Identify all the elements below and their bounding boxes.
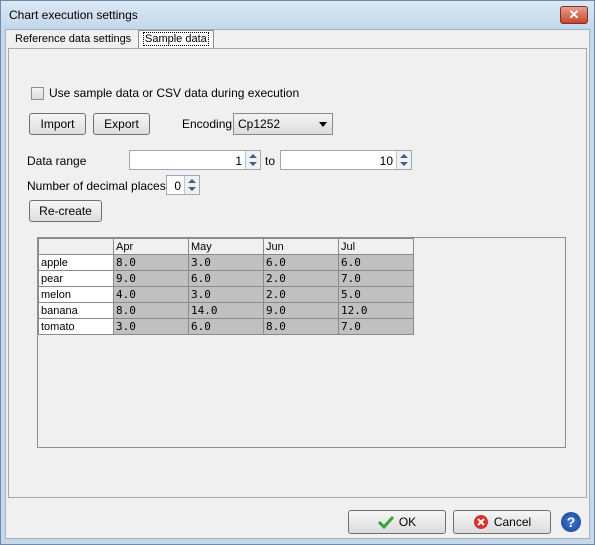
table-cell[interactable]: 9.0	[113, 270, 189, 287]
cancel-button[interactable]: Cancel	[453, 510, 551, 534]
table-cell[interactable]: 3.0	[188, 254, 264, 271]
row-header[interactable]: tomato	[38, 318, 114, 335]
table-cell[interactable]: 4.0	[113, 286, 189, 303]
range-to-spinner[interactable]: 10	[280, 150, 412, 170]
tab-label: Reference data settings	[15, 33, 132, 45]
tab-label: Sample data	[143, 32, 209, 46]
title-bar[interactable]: Chart execution settings ✕	[1, 1, 594, 29]
table-cell[interactable]: 3.0	[113, 318, 189, 335]
table-cell[interactable]: 12.0	[338, 302, 414, 319]
row-header[interactable]: melon	[38, 286, 114, 303]
column-header[interactable]: Jul	[338, 238, 414, 255]
spin-up-icon[interactable]	[249, 154, 257, 158]
sample-data-table: Apr May Jun Jul apple 8.0 3.0 6.0 6.0 pe…	[38, 238, 414, 335]
range-to-value: 10	[379, 154, 393, 168]
range-from-spinner[interactable]: 1	[129, 150, 261, 170]
tab-reference-data-settings[interactable]: Reference data settings	[10, 31, 136, 48]
import-label: Import	[40, 117, 75, 131]
re-create-button[interactable]: Re-create	[29, 200, 102, 222]
sample-data-table-area: Apr May Jun Jul apple 8.0 3.0 6.0 6.0 pe…	[37, 237, 566, 448]
export-label: Export	[104, 117, 139, 131]
spinner-arrows[interactable]	[184, 176, 199, 194]
decimal-places-value: 0	[174, 179, 181, 193]
ok-button[interactable]: OK	[348, 510, 446, 534]
row-header[interactable]: pear	[38, 270, 114, 287]
help-icon[interactable]: ?	[561, 512, 581, 532]
table-cell[interactable]: 6.0	[263, 254, 339, 271]
table-cell[interactable]: 2.0	[263, 286, 339, 303]
table-row: melon 4.0 3.0 2.0 5.0	[38, 286, 414, 303]
table-cell[interactable]: 6.0	[188, 318, 264, 335]
encoding-label: Encoding	[182, 117, 233, 131]
close-button[interactable]: ✕	[560, 6, 588, 24]
table-cell[interactable]: 3.0	[188, 286, 264, 303]
spin-up-icon[interactable]	[188, 179, 196, 183]
sample-data-panel: Use sample data or CSV data during execu…	[8, 48, 587, 498]
column-header[interactable]: Jun	[263, 238, 339, 255]
tab-sample-data[interactable]: Sample data	[138, 30, 214, 49]
use-sample-data-checkbox-row[interactable]: Use sample data or CSV data during execu…	[31, 86, 299, 100]
spin-down-icon[interactable]	[249, 162, 257, 166]
spin-down-icon[interactable]	[188, 187, 196, 191]
spinner-arrows[interactable]	[245, 151, 260, 169]
table-header-row: Apr May Jun Jul	[38, 238, 414, 255]
checkbox-label: Use sample data or CSV data during execu…	[49, 86, 300, 100]
table-cell[interactable]: 7.0	[338, 270, 414, 287]
checkmark-icon	[377, 515, 394, 529]
table-row: pear 9.0 6.0 2.0 7.0	[38, 270, 414, 287]
spinner-arrows[interactable]	[396, 151, 411, 169]
table-corner-cell	[38, 238, 114, 255]
table-cell[interactable]: 6.0	[338, 254, 414, 271]
table-cell[interactable]: 2.0	[263, 270, 339, 287]
table-cell[interactable]: 8.0	[113, 254, 189, 271]
encoding-value: Cp1252	[238, 117, 281, 131]
dialog-body: Reference data settings Sample data Use …	[5, 29, 590, 539]
window-title: Chart execution settings	[9, 8, 138, 22]
table-cell[interactable]: 14.0	[188, 302, 264, 319]
decimal-places-label: Number of decimal places	[27, 179, 166, 193]
close-icon: ✕	[568, 7, 580, 22]
table-row: tomato 3.0 6.0 8.0 7.0	[38, 318, 414, 335]
dialog-window: Chart execution settings ✕ Reference dat…	[0, 0, 595, 545]
spin-up-icon[interactable]	[400, 154, 408, 158]
column-header[interactable]: May	[188, 238, 264, 255]
range-from-value: 1	[235, 154, 242, 168]
table-cell[interactable]: 8.0	[263, 318, 339, 335]
chevron-down-icon	[319, 122, 327, 127]
table-cell[interactable]: 5.0	[338, 286, 414, 303]
column-header[interactable]: Apr	[113, 238, 189, 255]
data-range-label: Data range	[27, 154, 87, 168]
encoding-select[interactable]: Cp1252	[233, 113, 333, 135]
import-button[interactable]: Import	[29, 113, 86, 135]
row-header[interactable]: apple	[38, 254, 114, 271]
table-cell[interactable]: 7.0	[338, 318, 414, 335]
cancel-icon	[473, 515, 488, 529]
table-row: banana 8.0 14.0 9.0 12.0	[38, 302, 414, 319]
re-create-label: Re-create	[39, 204, 92, 218]
range-to-label: to	[265, 154, 276, 168]
use-sample-data-checkbox[interactable]	[31, 86, 44, 100]
export-button[interactable]: Export	[93, 113, 150, 135]
help-glyph: ?	[566, 514, 576, 530]
table-cell[interactable]: 6.0	[188, 270, 264, 287]
decimal-places-spinner[interactable]: 0	[166, 175, 200, 195]
table-cell[interactable]: 9.0	[263, 302, 339, 319]
spin-down-icon[interactable]	[400, 162, 408, 166]
table-cell[interactable]: 8.0	[113, 302, 189, 319]
cancel-label: Cancel	[493, 515, 532, 529]
row-header[interactable]: banana	[38, 302, 114, 319]
table-row: apple 8.0 3.0 6.0 6.0	[38, 254, 414, 271]
ok-label: OK	[398, 515, 417, 529]
